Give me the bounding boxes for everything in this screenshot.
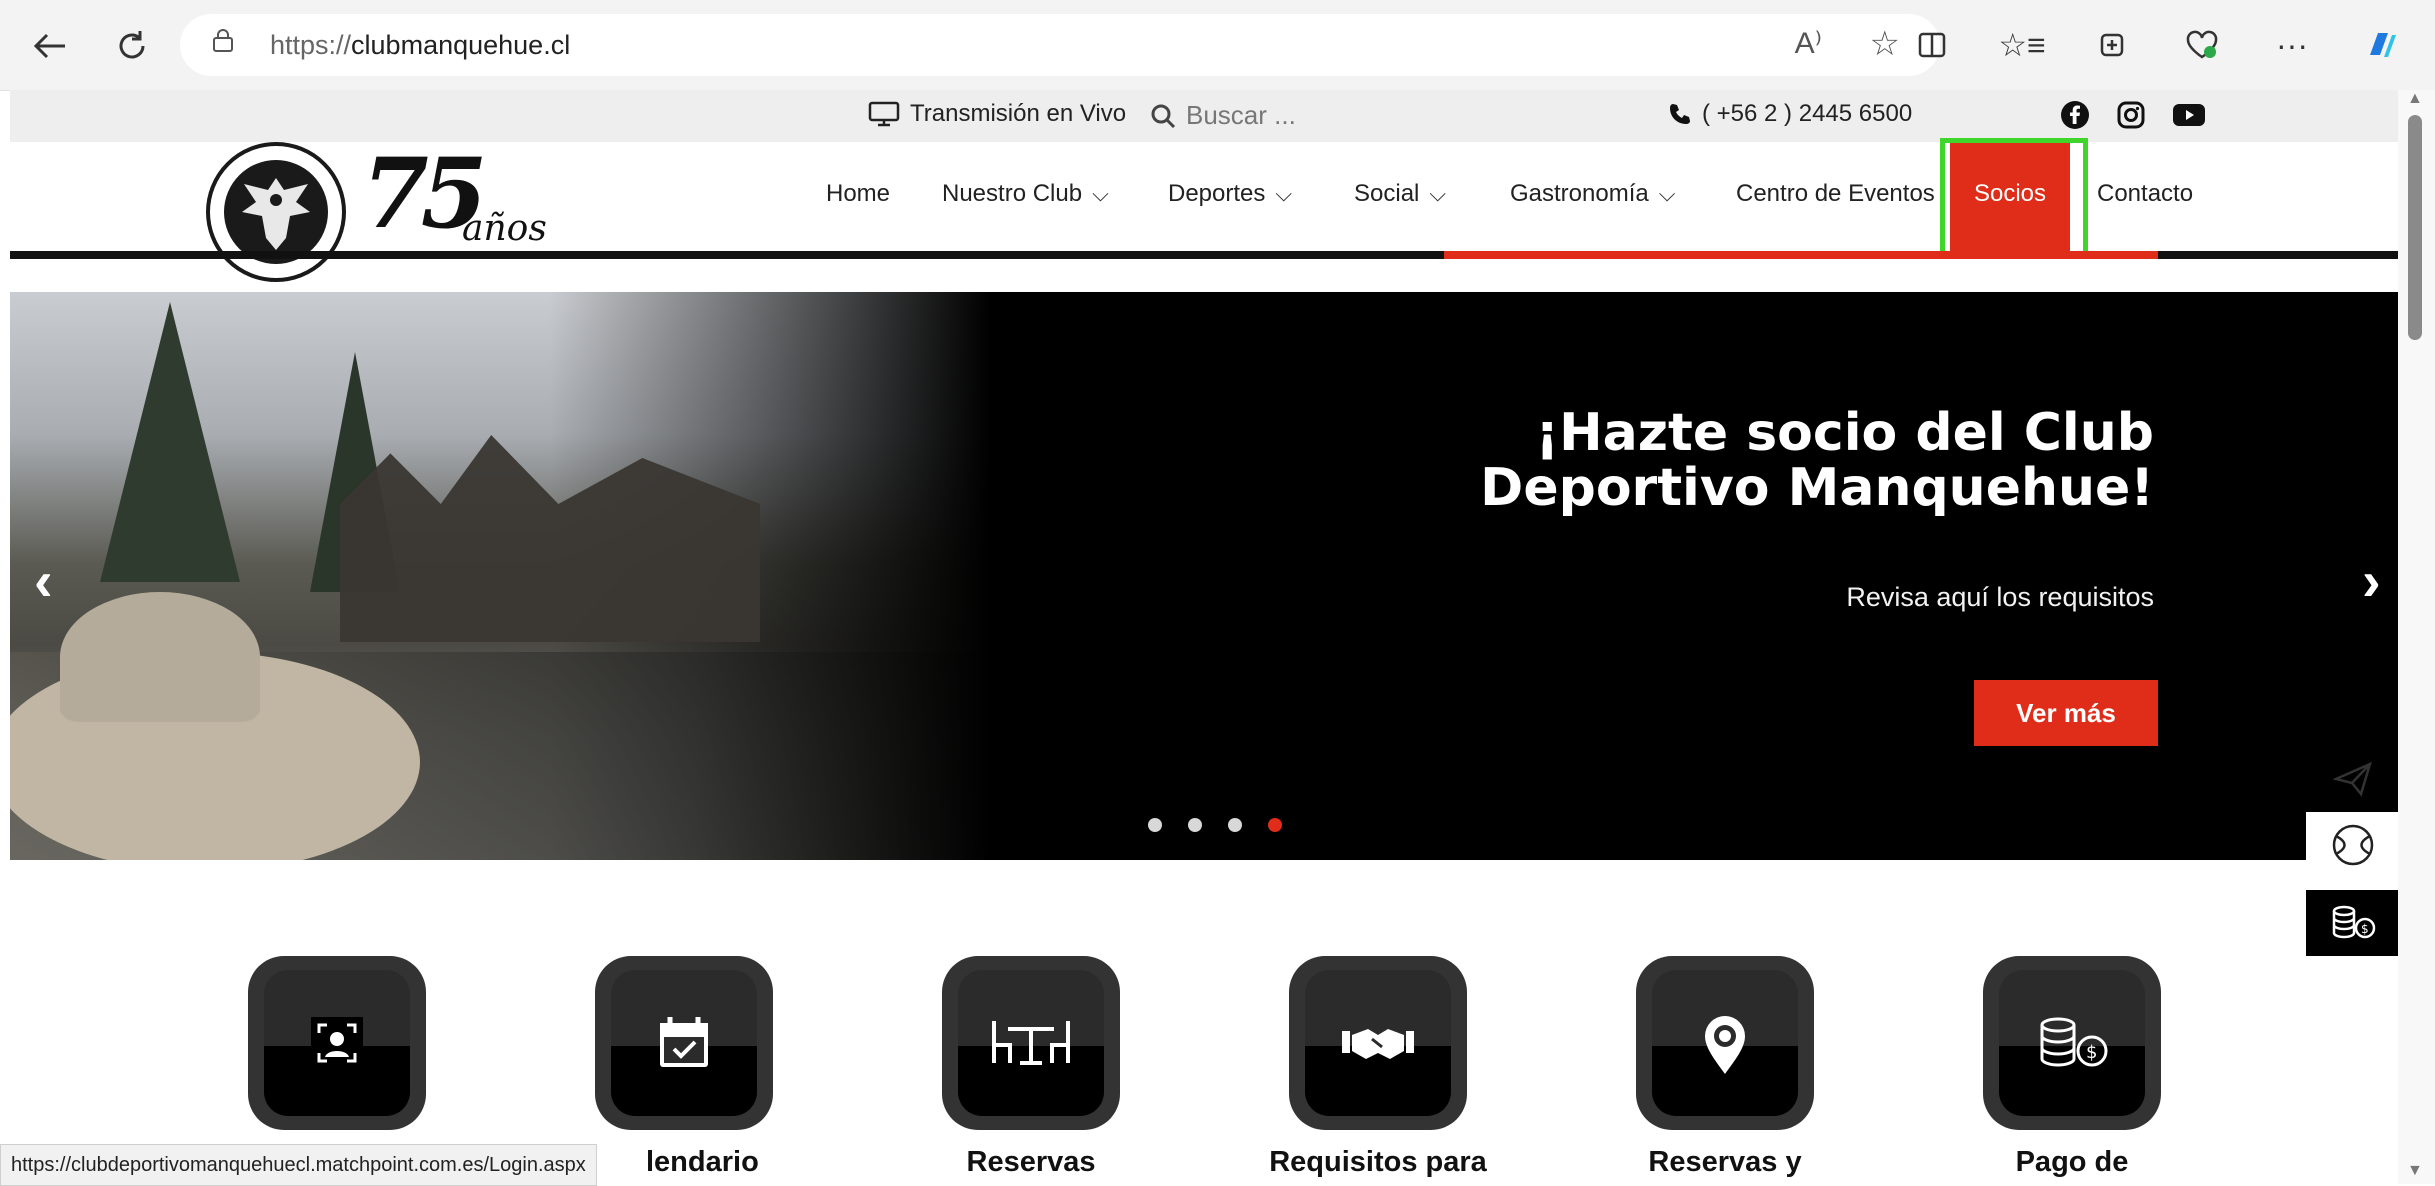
anniversary-word: años bbox=[462, 208, 547, 249]
nav-centro-de-eventos[interactable]: Centro de Eventos bbox=[1736, 180, 1935, 208]
browser-toolbar: https://clubmanquehue.cl A⁾ ☆ ☆≡ ··· bbox=[0, 0, 2435, 91]
svg-text:$: $ bbox=[2361, 922, 2369, 936]
slider-dot-active[interactable] bbox=[1268, 818, 1282, 832]
nav-home[interactable]: Home bbox=[826, 180, 890, 208]
coins-dollar-icon: $ bbox=[2332, 905, 2376, 939]
send-float-button[interactable] bbox=[2306, 746, 2398, 812]
facebook-icon[interactable] bbox=[2060, 100, 2090, 130]
social-links bbox=[2060, 100, 2206, 130]
chevron-down-icon: ⌵ bbox=[1429, 181, 1447, 206]
chevron-down-icon: ⌵ bbox=[1658, 181, 1676, 206]
coins-dollar-icon: $ bbox=[2040, 1017, 2108, 1067]
header-accent-line bbox=[1444, 251, 2158, 259]
table-chairs-icon bbox=[992, 1021, 1070, 1065]
tile-calendario[interactable] bbox=[595, 956, 773, 1130]
slider-dot[interactable] bbox=[1228, 818, 1242, 832]
tile-requisitos[interactable] bbox=[1289, 956, 1467, 1130]
search-placeholder: Buscar ... bbox=[1186, 100, 1296, 130]
chevron-down-icon: ⌵ bbox=[1092, 181, 1109, 206]
more-menu-icon[interactable]: ··· bbox=[2267, 20, 2317, 70]
tile-reservas[interactable] bbox=[942, 956, 1120, 1130]
clubhouse-photo bbox=[10, 292, 990, 860]
copilot-icon[interactable] bbox=[2357, 20, 2407, 70]
web-page: Transmisión en Vivo Buscar ... ( +56 2 )… bbox=[10, 90, 2398, 1184]
live-stream-link[interactable]: Transmisión en Vivo bbox=[868, 100, 1126, 128]
status-link-preview: https://clubdeportivomanquehuecl.matchpo… bbox=[0, 1144, 597, 1186]
slider-prev-icon[interactable]: ‹ bbox=[34, 548, 53, 613]
tile-label-pago: Pago de bbox=[2015, 1146, 2129, 1178]
tennis-float-button[interactable] bbox=[2306, 812, 2398, 878]
slider-next-icon[interactable]: › bbox=[2362, 548, 2381, 613]
hero-slider: ‹ › ¡Hazte socio del Club Deportivo Manq… bbox=[10, 292, 2398, 860]
hero-title-line2: Deportivo Manquehue! bbox=[1480, 457, 2154, 518]
favorites-list-icon[interactable]: ☆≡ bbox=[1997, 20, 2047, 70]
hero-title-line1: ¡Hazte socio del Club bbox=[1535, 403, 2154, 463]
hero-subtitle: Revisa aquí los requisitos bbox=[1846, 582, 2154, 612]
refresh-button[interactable] bbox=[104, 18, 160, 74]
ver-mas-button[interactable]: Ver más bbox=[1974, 680, 2158, 746]
nav-nuestro-club[interactable]: Nuestro Club ⌵ bbox=[942, 180, 1109, 208]
back-button[interactable] bbox=[22, 18, 78, 74]
nav-social[interactable]: Social ⌵ bbox=[1354, 180, 1446, 208]
club-seal-logo[interactable] bbox=[206, 142, 346, 282]
tile-reservas-y[interactable] bbox=[1636, 956, 1814, 1130]
url-host: clubmanquehue.cl bbox=[351, 30, 571, 60]
scrollbar-thumb[interactable] bbox=[2408, 115, 2422, 340]
scroll-down-icon[interactable]: ▼ bbox=[2407, 1162, 2423, 1180]
youtube-icon[interactable] bbox=[2172, 102, 2206, 128]
refresh-icon bbox=[119, 31, 145, 59]
nav-gastronomia[interactable]: Gastronomía ⌵ bbox=[1510, 180, 1675, 208]
highlight-box bbox=[1940, 138, 2088, 256]
address-bar[interactable]: https://clubmanquehue.cl A⁾ ☆ bbox=[180, 14, 1940, 76]
scroll-up-icon[interactable]: ▲ bbox=[2407, 90, 2423, 108]
browser-essentials-icon[interactable] bbox=[2177, 20, 2227, 70]
url-text[interactable]: https://clubmanquehue.cl bbox=[270, 30, 570, 61]
chevron-down-icon: ⌵ bbox=[1275, 181, 1293, 206]
lock-icon bbox=[213, 29, 233, 52]
collections-icon[interactable] bbox=[2087, 20, 2137, 70]
monitor-icon bbox=[868, 101, 900, 127]
slider-dot[interactable] bbox=[1148, 818, 1162, 832]
slider-dot[interactable] bbox=[1188, 818, 1202, 832]
site-header: 75 años Home Nuestro Club ⌵ Deportes ⌵ Soc… bbox=[10, 138, 2398, 282]
phone-icon bbox=[1670, 104, 1690, 124]
page-scrollbar[interactable]: ▲ ▼ bbox=[2398, 90, 2435, 1184]
calendar-check-icon bbox=[660, 1017, 708, 1067]
tile-label-requisitos: Requisitos para bbox=[1269, 1146, 1487, 1178]
tile-pago[interactable]: $ bbox=[1983, 956, 2161, 1130]
read-aloud-icon[interactable]: A⁾ bbox=[1795, 26, 1822, 61]
live-stream-label: Transmisión en Vivo bbox=[910, 100, 1127, 127]
svg-text:$: $ bbox=[2086, 1042, 2097, 1063]
arrow-left-icon bbox=[33, 33, 65, 59]
tile-label-reservas: Reservas bbox=[966, 1146, 1096, 1178]
tile-label-calendario: lendario bbox=[646, 1146, 759, 1178]
tennis-ball-icon bbox=[2332, 824, 2374, 866]
eagle-icon bbox=[242, 178, 310, 250]
nav-contacto[interactable]: Contacto bbox=[2097, 180, 2193, 208]
slider-dots bbox=[1148, 818, 1282, 832]
phone-number: ( +56 2 ) 2445 6500 bbox=[1702, 100, 1913, 127]
payments-float-button[interactable]: $ bbox=[2306, 890, 2398, 956]
favorite-star-icon[interactable]: ☆ bbox=[1870, 24, 1900, 64]
paper-plane-icon bbox=[2333, 761, 2372, 797]
user-scan-icon bbox=[311, 1017, 363, 1069]
phone-link[interactable]: ( +56 2 ) 2445 6500 bbox=[1668, 100, 1912, 128]
search-icon bbox=[1151, 104, 1176, 128]
handshake-icon bbox=[1342, 1029, 1414, 1059]
nav-deportes[interactable]: Deportes ⌵ bbox=[1168, 180, 1292, 208]
tile-user-login[interactable] bbox=[248, 956, 426, 1130]
search-box[interactable]: Buscar ... bbox=[1150, 100, 1296, 131]
tile-label-reservas-y: Reservas y bbox=[1648, 1146, 1802, 1178]
top-info-bar: Transmisión en Vivo Buscar ... ( +56 2 )… bbox=[10, 90, 2398, 142]
location-pin-icon bbox=[1705, 1016, 1745, 1074]
split-screen-icon[interactable] bbox=[1907, 20, 1957, 70]
url-scheme: https:// bbox=[270, 30, 352, 60]
hero-title: ¡Hazte socio del Club Deportivo Manquehu… bbox=[1254, 406, 2154, 515]
instagram-icon[interactable] bbox=[2116, 100, 2146, 130]
